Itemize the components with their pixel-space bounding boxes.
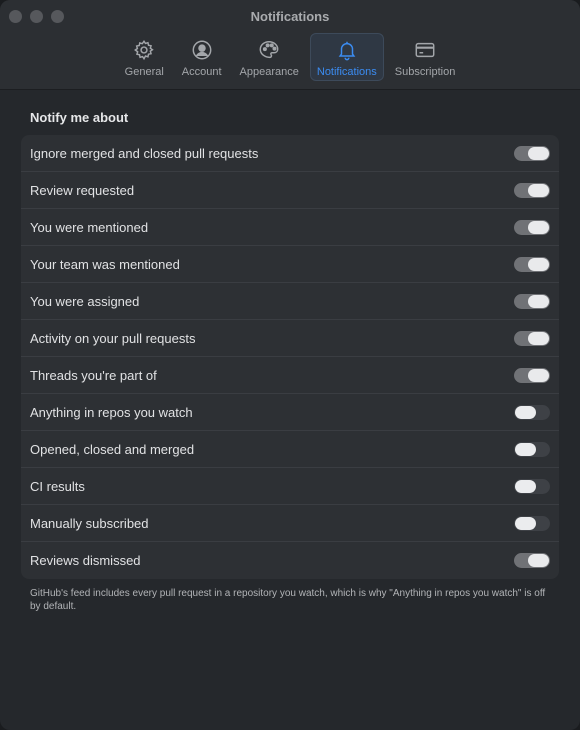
footnote: GitHub's feed includes every pull reques…	[30, 588, 546, 612]
setting-row: Your team was mentioned	[21, 246, 559, 283]
toggle-switch[interactable]	[514, 330, 550, 346]
setting-label: You were mentioned	[30, 219, 149, 235]
setting-row: Threads you're part of	[21, 357, 559, 394]
setting-label: Threads you're part of	[30, 367, 157, 383]
setting-row: Opened, closed and merged	[21, 431, 559, 468]
setting-label: Manually subscribed	[30, 515, 149, 531]
tab-notifications[interactable]: Notifications	[309, 33, 384, 81]
tab-general[interactable]: General	[118, 33, 171, 81]
setting-label: Reviews dismissed	[30, 553, 141, 568]
toggle-switch[interactable]	[514, 145, 550, 161]
setting-label: Ignore merged and closed pull requests	[30, 145, 259, 161]
tab-label: Notifications	[316, 66, 377, 78]
setting-row: Manually subscribed	[21, 505, 559, 542]
preferences-tabs: General Account Appearance Notifications…	[0, 33, 580, 81]
setting-row: Anything in repos you watch	[21, 394, 559, 431]
toggle-switch[interactable]	[514, 219, 550, 235]
tab-label: Account	[181, 66, 222, 78]
toggle-switch[interactable]	[514, 515, 550, 531]
setting-row: Ignore merged and closed pull requests	[21, 135, 559, 172]
section-title: Notify me about	[30, 110, 129, 125]
setting-label: Anything in repos you watch	[30, 404, 193, 420]
setting-label: Your team was mentioned	[30, 256, 180, 272]
window-title: Notifications	[250, 9, 330, 24]
setting-row: Reviews dismissed	[21, 542, 559, 579]
setting-label: Activity on your pull requests	[30, 330, 196, 346]
setting-label: Review requested	[30, 182, 135, 198]
notifications-pane: Notify me about Ignore merged and closed…	[0, 91, 580, 730]
toggle-switch[interactable]	[514, 441, 550, 457]
preferences-window: Notifications General Account Appearance…	[0, 0, 580, 730]
tab-account[interactable]: Account	[175, 33, 229, 81]
tab-label: Appearance	[239, 66, 299, 78]
tab-appearance[interactable]: Appearance	[233, 33, 306, 81]
setting-row: CI results	[21, 468, 559, 505]
toggle-switch[interactable]	[514, 478, 550, 494]
bell-icon	[338, 41, 356, 61]
person-circle-icon	[192, 40, 212, 60]
gear-icon	[134, 40, 154, 61]
setting-label: Opened, closed and merged	[30, 441, 195, 457]
toggle-switch[interactable]	[514, 404, 550, 420]
titlebar: Notifications General Account Appearance…	[0, 0, 580, 90]
setting-row: You were mentioned	[21, 209, 559, 246]
toggle-switch[interactable]	[514, 367, 550, 383]
setting-row: You were assigned	[21, 283, 559, 320]
tab-subscription[interactable]: Subscription	[388, 33, 463, 81]
toggle-switch[interactable]	[514, 182, 550, 198]
palette-icon	[259, 41, 279, 59]
setting-row: Activity on your pull requests	[21, 320, 559, 357]
setting-row: Review requested	[21, 172, 559, 209]
setting-label: CI results	[30, 478, 85, 494]
toggle-switch[interactable]	[514, 553, 550, 568]
tab-label: Subscription	[394, 66, 456, 78]
toggle-switch[interactable]	[514, 256, 550, 272]
credit-card-icon	[415, 42, 435, 58]
setting-label: You were assigned	[30, 293, 140, 309]
toggle-switch[interactable]	[514, 293, 550, 309]
notification-settings-list: Ignore merged and closed pull requests R…	[21, 135, 559, 579]
tab-label: General	[124, 66, 164, 78]
